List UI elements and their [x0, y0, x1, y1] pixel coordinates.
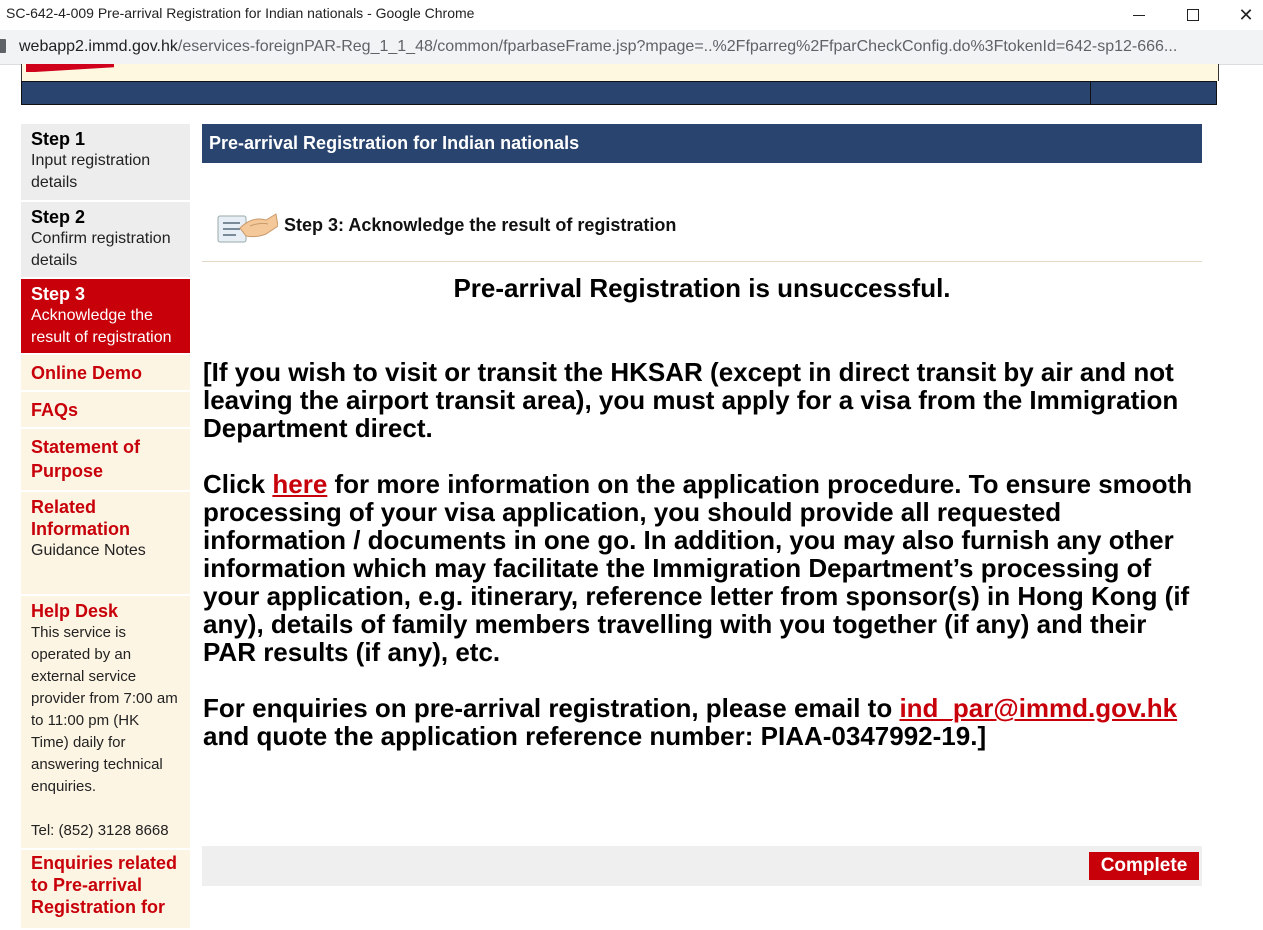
online-demo-link[interactable]: Online Demo: [21, 355, 190, 392]
step-3-desc: Acknowledge the result of registration: [31, 307, 172, 346]
enquiries-link[interactable]: Enquiries related to Pre-arrival Registr…: [21, 850, 190, 930]
site-nav-bar: [21, 81, 1217, 105]
para3-suffix: and quote the application reference numb…: [203, 721, 987, 751]
message-paragraph-3: For enquiries on pre-arrival registratio…: [203, 694, 1203, 750]
email-link[interactable]: ind_par@immd.gov.hk: [899, 693, 1177, 723]
help-desk: Help Desk This service is operated by an…: [21, 596, 190, 850]
statement-of-purpose-link[interactable]: Statement of Purpose: [21, 429, 190, 492]
minimize-button[interactable]: [1116, 0, 1162, 30]
faqs-link[interactable]: FAQs: [21, 392, 190, 429]
sidebar-step-2: Step 2 Confirm registration details: [21, 202, 190, 279]
help-desk-title: Help Desk: [31, 601, 119, 621]
para2-suffix: for more information on the application …: [203, 469, 1193, 667]
window-title: SC-642-4-009 Pre-arrival Registration fo…: [6, 5, 475, 21]
maximize-icon: [1187, 9, 1199, 21]
close-icon: ✕: [1238, 5, 1254, 25]
address-bar[interactable]: webapp2.immd.gov.hk/eservices-foreignPAR…: [0, 30, 1263, 65]
step-1-title: Step 1: [31, 129, 86, 149]
step-2-title: Step 2: [31, 207, 86, 227]
url-field[interactable]: webapp2.immd.gov.hk/eservices-foreignPAR…: [19, 38, 1259, 56]
message-paragraph-2: Click here for more information on the a…: [203, 470, 1203, 666]
step-3-title: Step 3: [31, 284, 86, 304]
para2-prefix: Click: [203, 469, 273, 499]
help-desk-text: This service is operated by an external …: [31, 624, 178, 795]
step-label: Step 3: Acknowledge the result of regist…: [284, 215, 677, 235]
lock-icon: [0, 39, 6, 53]
help-desk-tel: Tel: (852) 3128 8668: [31, 822, 169, 839]
maximize-button[interactable]: [1170, 0, 1216, 30]
para3-prefix: For enquiries on pre-arrival registratio…: [203, 693, 900, 723]
url-domain: webapp2.immd.gov.hk: [19, 38, 178, 55]
step-1-desc: Input registration details: [31, 152, 151, 191]
result-heading: Pre-arrival Registration is unsuccessful…: [453, 273, 951, 303]
sidebar-step-3: Step 3 Acknowledge the result of registr…: [21, 279, 190, 355]
message-paragraph-1: [If you wish to visit or transit the HKS…: [203, 357, 1179, 443]
related-information-title: Related Information: [31, 497, 130, 539]
page-title: Pre-arrival Registration for Indian nati…: [202, 124, 1202, 163]
site-header: [21, 64, 1219, 81]
result-message: [If you wish to visit or transit the HKS…: [203, 358, 1203, 778]
info-here-link[interactable]: here: [272, 469, 327, 499]
url-path: /eservices-foreignPAR-Reg_1_1_48/common/…: [177, 38, 1178, 55]
minimize-icon: [1133, 14, 1145, 16]
guidance-notes-link[interactable]: Guidance Notes: [31, 540, 180, 562]
enquiries-link-text: Enquiries related to Pre-arrival Registr…: [31, 853, 178, 917]
sidebar: Step 1 Input registration details Step 2…: [21, 124, 190, 930]
sidebar-step-1: Step 1 Input registration details: [21, 124, 190, 202]
related-information: Related Information Guidance Notes: [21, 492, 190, 596]
step-2-desc: Confirm registration details: [31, 230, 171, 269]
step-indicator: Step 3: Acknowledge the result of regist…: [202, 200, 1202, 262]
close-button[interactable]: ✕: [1223, 0, 1263, 30]
handshake-document-icon: [217, 213, 278, 243]
complete-button[interactable]: Complete: [1089, 852, 1199, 880]
window-title-bar: SC-642-4-009 Pre-arrival Registration fo…: [0, 0, 1263, 30]
nav-divider: [1090, 82, 1091, 104]
action-bar: Complete: [202, 846, 1202, 886]
